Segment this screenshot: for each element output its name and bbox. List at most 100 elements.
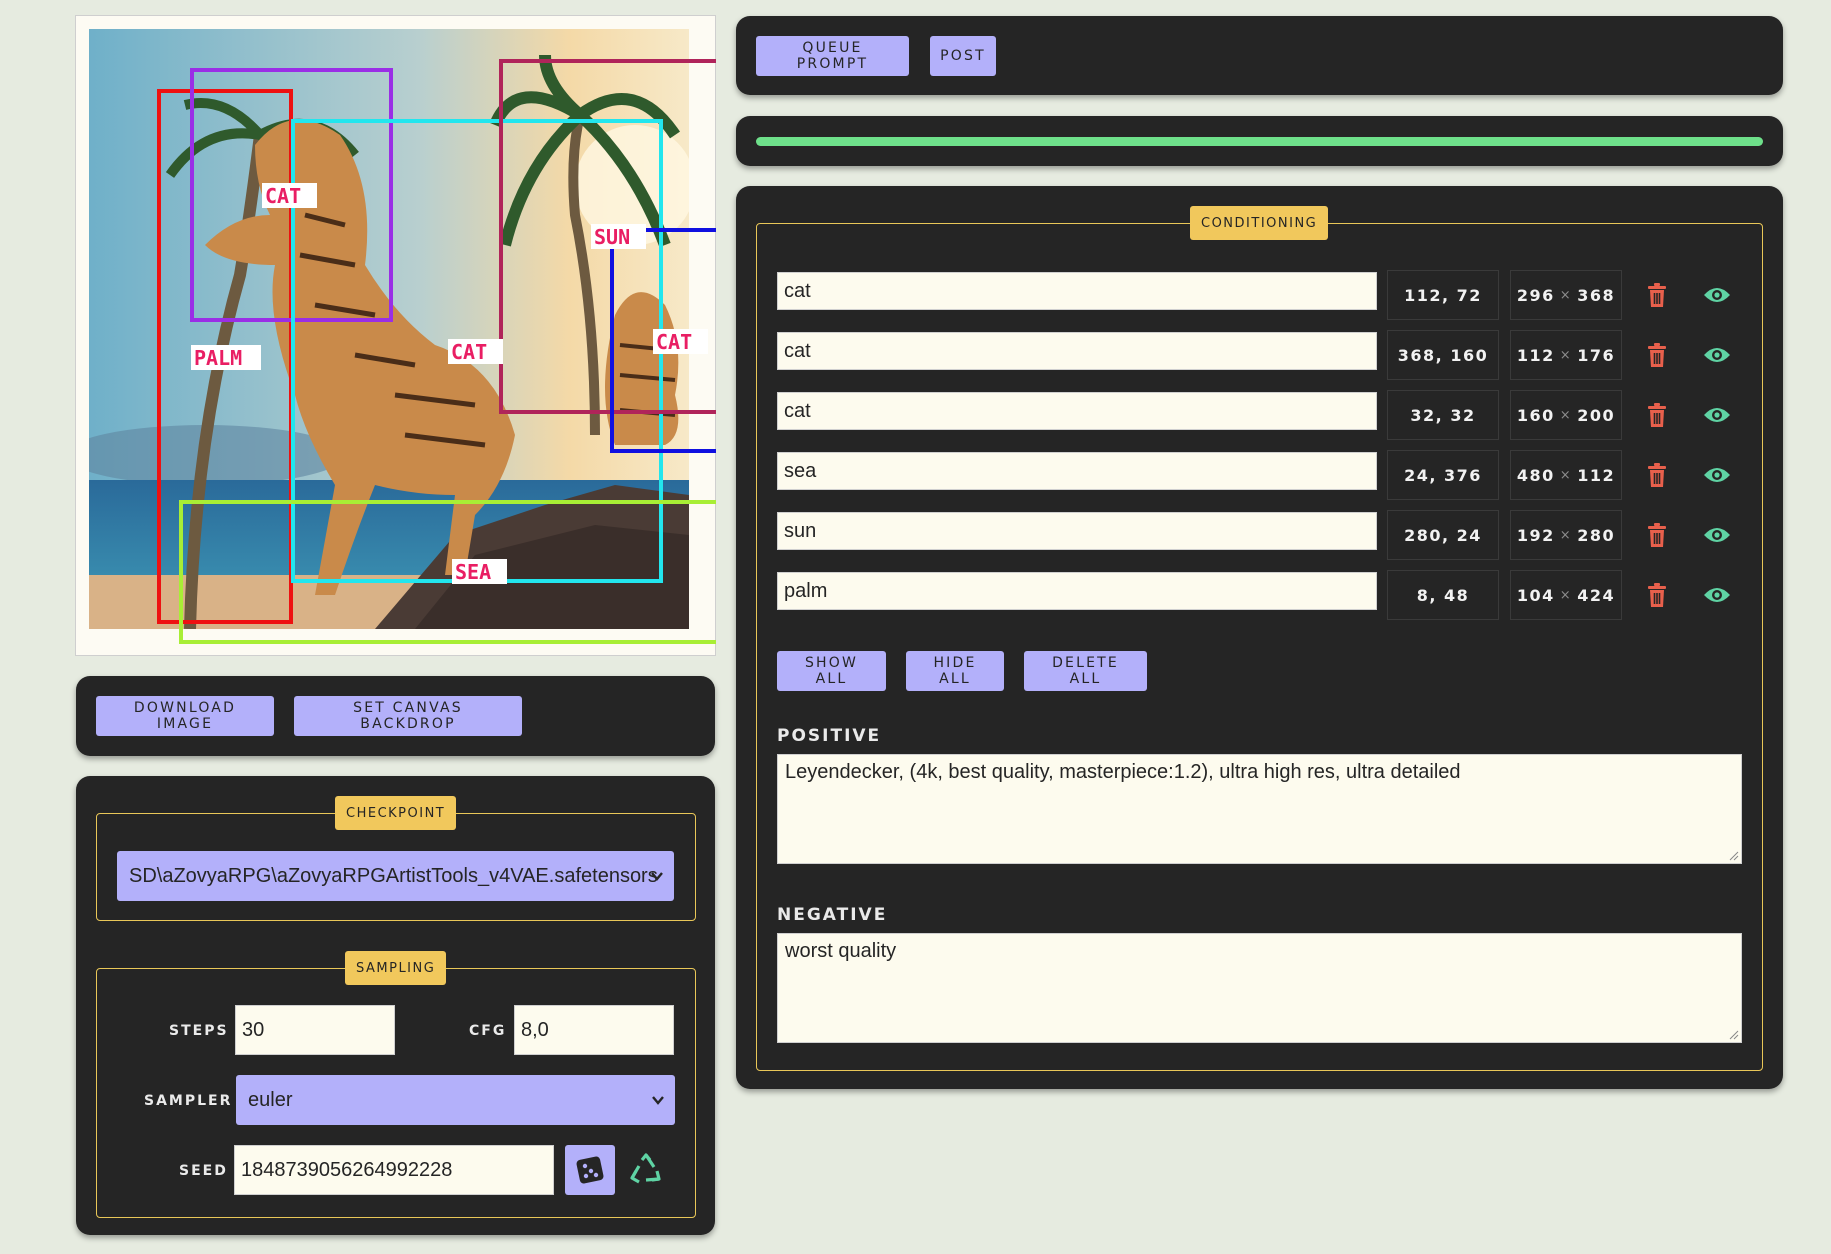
toolbar-panel: QUEUE PROMPT POST (736, 16, 1783, 95)
negative-label: NEGATIVE (777, 905, 888, 925)
region-height: 280 (1577, 525, 1616, 545)
region-height: 200 (1577, 405, 1616, 425)
region-label-sea: SEA (455, 560, 491, 584)
region-width: 296 (1516, 285, 1555, 305)
sampler-value: euler (248, 1088, 293, 1111)
hide-all-button[interactable]: HIDE ALL (906, 651, 1004, 691)
dice-icon (576, 1156, 604, 1184)
resize-grip-icon[interactable] (1729, 1030, 1739, 1040)
checkpoint-legend: CHECKPOINT (335, 796, 457, 830)
random-seed-button[interactable] (565, 1145, 615, 1195)
region-width: 112 (1516, 345, 1555, 365)
size-separator: × (1559, 527, 1573, 543)
image-frame: CAT SUN PALM CAT CAT SEA (75, 15, 716, 656)
download-image-button[interactable]: DOWNLOAD IMAGE (96, 696, 274, 736)
trash-icon[interactable] (1645, 522, 1669, 552)
settings-panel: CHECKPOINT SD\aZovyaRPG\aZovyaRPGArtistT… (76, 776, 715, 1235)
resize-grip-icon[interactable] (1729, 851, 1739, 861)
steps-label: STEPS (169, 1023, 229, 1039)
region-row: cat 368, 160 112 × 176 (736, 330, 1783, 380)
region-width: 480 (1516, 465, 1555, 485)
size-separator: × (1559, 287, 1573, 303)
region-position: 368, 160 (1387, 330, 1499, 380)
conditioning-panel: CONDITIONING cat 112, 72 296 × 368 cat 368, 16… (736, 186, 1783, 1089)
show-all-button[interactable]: SHOW ALL (777, 651, 886, 691)
region-position: 32, 32 (1387, 390, 1499, 440)
region-height: 112 (1577, 465, 1616, 485)
region-row: sun 280, 24 192 × 280 (736, 510, 1783, 560)
size-separator: × (1559, 407, 1573, 423)
eye-icon[interactable] (1703, 345, 1731, 369)
conditioning-legend: CONDITIONING (1190, 206, 1329, 240)
region-size: 104 × 424 (1510, 570, 1622, 620)
region-prompt-input[interactable]: cat (777, 332, 1377, 370)
region-position: 8, 48 (1387, 570, 1499, 620)
negative-prompt-textarea[interactable]: worst quality (777, 933, 1742, 1043)
set-canvas-backdrop-button[interactable]: SET CANVAS BACKDROP (294, 696, 522, 736)
recycle-icon[interactable] (628, 1152, 664, 1188)
progress-panel (736, 116, 1783, 166)
region-row: cat 32, 32 160 × 200 (736, 390, 1783, 440)
progress-track (756, 137, 1763, 146)
region-height: 368 (1577, 285, 1616, 305)
trash-icon[interactable] (1645, 402, 1669, 432)
eye-icon[interactable] (1703, 405, 1731, 429)
region-position: 112, 72 (1387, 270, 1499, 320)
queue-prompt-button[interactable]: QUEUE PROMPT (756, 36, 909, 76)
region-label-palm: PALM (194, 346, 242, 370)
region-row: cat 112, 72 296 × 368 (736, 270, 1783, 320)
region-size: 112 × 176 (1510, 330, 1622, 380)
region-prompt-input[interactable]: palm (777, 572, 1377, 610)
region-width: 160 (1516, 405, 1555, 425)
checkpoint-value: SD\aZovyaRPG\aZovyaRPGArtistTools_v4VAE.… (129, 864, 658, 887)
size-separator: × (1559, 587, 1573, 603)
region-label-cat-3: CAT (656, 330, 692, 354)
eye-icon[interactable] (1703, 585, 1731, 609)
size-separator: × (1559, 467, 1573, 483)
region-prompt-input[interactable]: cat (777, 272, 1377, 310)
region-prompt-input[interactable]: sun (777, 512, 1377, 550)
region-size: 296 × 368 (1510, 270, 1622, 320)
image-actions-panel: DOWNLOAD IMAGE SET CANVAS BACKDROP (76, 676, 715, 756)
region-height: 424 (1577, 585, 1616, 605)
region-size: 480 × 112 (1510, 450, 1622, 500)
generated-image-canvas[interactable]: CAT SUN PALM CAT CAT SEA (75, 15, 716, 656)
region-label-cat-2: CAT (451, 340, 487, 364)
progress-bar-fill (756, 137, 1763, 146)
positive-prompt-textarea[interactable]: Leyendecker, (4k, best quality, masterpi… (777, 754, 1742, 864)
eye-icon[interactable] (1703, 285, 1731, 309)
region-height: 176 (1577, 345, 1616, 365)
eye-icon[interactable] (1703, 525, 1731, 549)
eye-icon[interactable] (1703, 465, 1731, 489)
cfg-label: CFG (469, 1023, 507, 1039)
sampler-label: SAMPLER (144, 1093, 233, 1109)
region-size: 160 × 200 (1510, 390, 1622, 440)
region-label-sun: SUN (594, 225, 630, 249)
steps-input[interactable]: 30 (235, 1005, 395, 1055)
region-width: 192 (1516, 525, 1555, 545)
checkpoint-select[interactable]: SD\aZovyaRPG\aZovyaRPGArtistTools_v4VAE.… (117, 851, 674, 901)
region-row: sea 24, 376 480 × 112 (736, 450, 1783, 500)
positive-prompt-text: Leyendecker, (4k, best quality, masterpi… (785, 761, 1461, 783)
sampling-legend: SAMPLING (345, 951, 447, 985)
region-width: 104 (1516, 585, 1555, 605)
region-position: 280, 24 (1387, 510, 1499, 560)
sampler-select[interactable]: euler (236, 1075, 675, 1125)
trash-icon[interactable] (1645, 582, 1669, 612)
seed-label: SEED (179, 1163, 228, 1179)
chevron-down-icon (651, 872, 663, 881)
chevron-down-icon (652, 1096, 664, 1105)
positive-label: POSITIVE (777, 726, 882, 746)
region-label-cat-1: CAT (265, 184, 301, 208)
seed-input[interactable]: 1848739056264992228 (234, 1145, 554, 1195)
trash-icon[interactable] (1645, 462, 1669, 492)
region-prompt-input[interactable]: sea (777, 452, 1377, 490)
trash-icon[interactable] (1645, 342, 1669, 372)
trash-icon[interactable] (1645, 282, 1669, 312)
delete-all-button[interactable]: DELETE ALL (1024, 651, 1147, 691)
negative-prompt-text: worst quality (785, 940, 897, 962)
size-separator: × (1559, 347, 1573, 363)
region-prompt-input[interactable]: cat (777, 392, 1377, 430)
post-button[interactable]: POST (930, 36, 996, 76)
cfg-input[interactable]: 8,0 (514, 1005, 674, 1055)
